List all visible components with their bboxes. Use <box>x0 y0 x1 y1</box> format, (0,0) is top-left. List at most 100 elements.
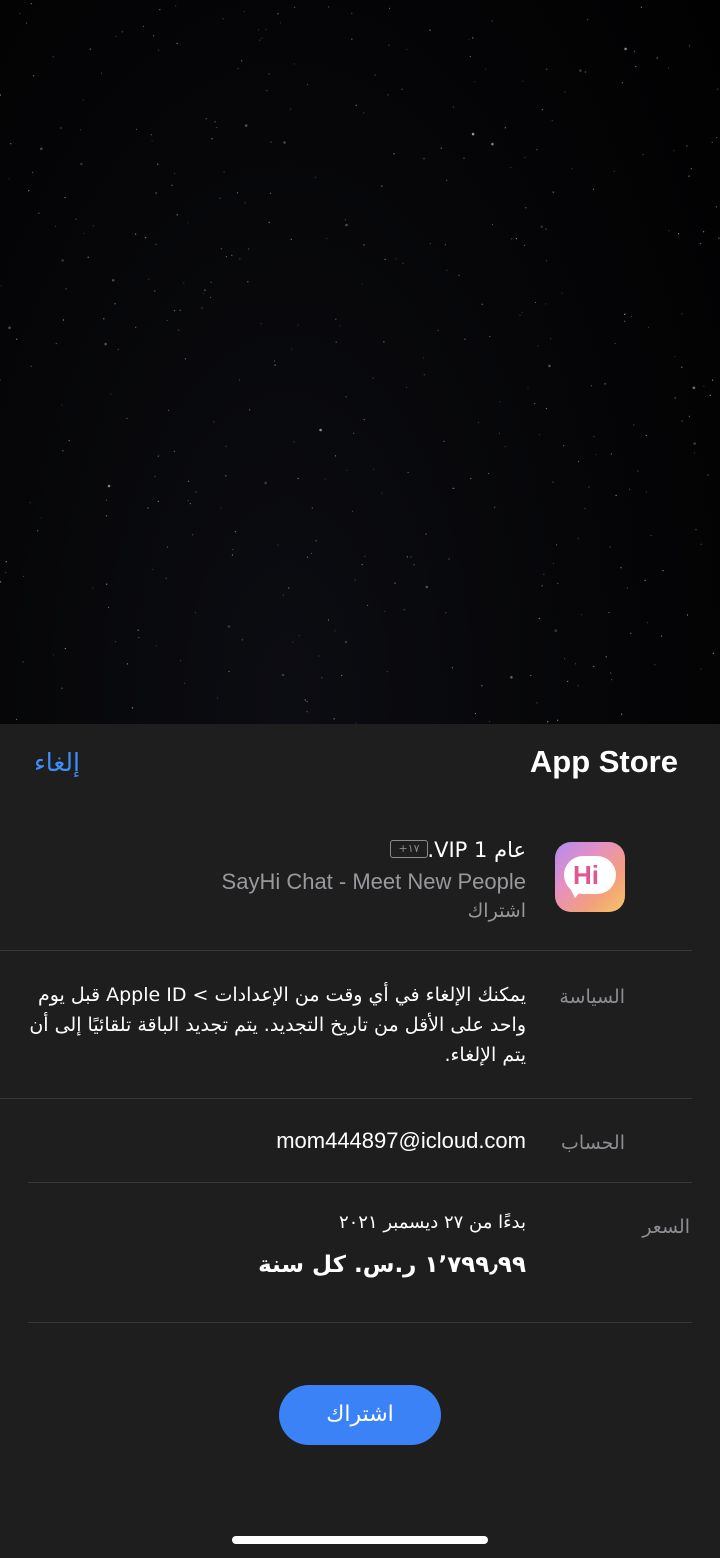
star <box>686 614 689 616</box>
starfield-background <box>0 3 720 724</box>
star <box>403 609 405 611</box>
subscribe-button[interactable]: اشتراك <box>279 1385 441 1445</box>
star <box>155 645 158 647</box>
star <box>239 258 241 260</box>
star <box>464 338 466 340</box>
star <box>318 655 320 657</box>
star <box>126 417 128 419</box>
star <box>633 424 635 426</box>
star <box>429 29 431 31</box>
star <box>402 262 404 264</box>
star <box>709 394 711 396</box>
star <box>223 171 225 173</box>
star <box>220 507 222 509</box>
star <box>654 664 656 666</box>
star <box>673 150 675 152</box>
star <box>283 141 286 144</box>
star <box>65 288 67 290</box>
star <box>167 409 170 411</box>
star <box>92 225 94 227</box>
star <box>381 492 383 494</box>
star <box>524 156 526 159</box>
star <box>394 582 396 584</box>
star <box>452 106 454 108</box>
star <box>277 13 279 15</box>
star <box>290 348 293 350</box>
star <box>700 543 702 545</box>
sheet-header: إلغاء App Store <box>0 724 720 804</box>
star <box>269 192 272 194</box>
star <box>238 379 241 381</box>
star <box>674 356 676 358</box>
star <box>351 510 354 512</box>
star <box>530 674 532 677</box>
star <box>270 141 272 143</box>
star <box>234 531 236 533</box>
star <box>216 127 218 129</box>
star <box>388 44 390 46</box>
star <box>241 639 243 641</box>
star <box>538 434 541 436</box>
star <box>33 75 35 77</box>
star <box>686 145 688 147</box>
star <box>634 50 636 52</box>
star <box>491 20 493 22</box>
star <box>537 345 539 347</box>
star <box>437 329 439 332</box>
app-name: SayHi Chat - Meet New People <box>221 869 526 894</box>
star <box>0 94 1 96</box>
star <box>26 22 28 24</box>
star <box>354 579 356 581</box>
star <box>152 568 154 571</box>
policy-text: يمكنك الإلغاء في أي وقت من الإعدادات > A… <box>29 984 526 1066</box>
star <box>499 401 501 403</box>
star <box>363 112 365 114</box>
star <box>61 687 63 689</box>
star <box>135 326 137 328</box>
star <box>700 668 702 670</box>
star <box>344 640 348 644</box>
star <box>115 35 117 37</box>
star <box>494 506 496 508</box>
star <box>522 80 524 82</box>
star <box>660 635 663 637</box>
star <box>644 579 646 582</box>
star <box>157 163 159 165</box>
star <box>608 612 610 614</box>
star <box>179 660 182 662</box>
star <box>268 73 270 75</box>
star <box>534 301 537 304</box>
star <box>339 325 341 327</box>
app-icon-text: Hi <box>573 860 599 890</box>
star <box>712 652 715 655</box>
star <box>135 233 137 235</box>
star <box>407 471 409 473</box>
star <box>413 564 415 566</box>
star <box>306 711 308 713</box>
star <box>552 191 554 193</box>
star <box>642 154 644 156</box>
star <box>716 136 718 139</box>
star <box>557 719 559 721</box>
star <box>626 587 628 589</box>
star <box>40 517 42 519</box>
star <box>314 176 317 178</box>
star <box>176 42 178 45</box>
star <box>498 432 501 434</box>
star <box>257 29 260 31</box>
star <box>281 673 285 677</box>
star <box>288 587 290 589</box>
star <box>54 225 57 227</box>
star <box>315 540 317 542</box>
cancel-button[interactable]: إلغاء <box>34 744 80 782</box>
star <box>100 72 103 74</box>
star <box>554 629 558 632</box>
star <box>62 319 65 321</box>
star <box>547 721 549 723</box>
star <box>195 491 197 493</box>
star <box>103 318 105 320</box>
star <box>519 314 521 316</box>
star <box>645 434 647 437</box>
star <box>187 222 189 224</box>
star <box>19 12 21 14</box>
